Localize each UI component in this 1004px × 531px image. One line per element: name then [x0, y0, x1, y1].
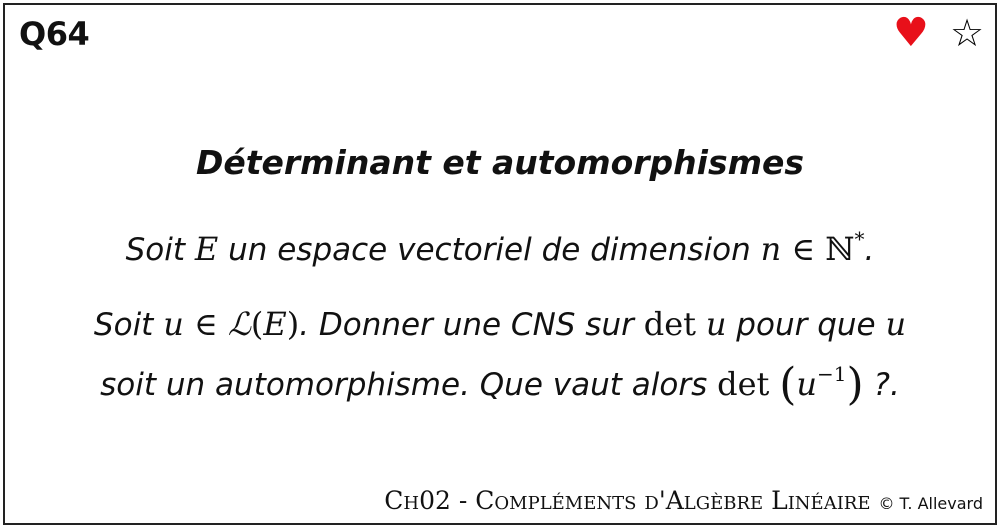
- math-operator: det: [717, 365, 770, 403]
- math-var: n: [760, 230, 782, 268]
- math-operator: det: [643, 305, 696, 343]
- text: un espace vectoriel de dimension: [218, 232, 761, 268]
- card-title: Déterminant et automorphismes: [195, 143, 805, 182]
- star-icon[interactable]: ☆: [950, 11, 984, 55]
- math-symbol: ): [286, 305, 300, 343]
- math-script-l: ℒ: [227, 305, 251, 343]
- question-id: Q64: [19, 15, 90, 53]
- text: ?.: [863, 367, 900, 403]
- question-line-2: Soit u ∈ ℒ(E). Donner une CNS sur det u …: [5, 305, 995, 343]
- flashcard: Q64 ♥ ☆ Déterminant et automorphismes So…: [3, 3, 997, 525]
- question-line-1: Soit E un espace vectoriel de dimension …: [5, 227, 995, 268]
- math-var: E: [263, 305, 287, 343]
- text: . Donner une CNS sur: [299, 307, 644, 343]
- math-symbol: ∈: [781, 230, 826, 268]
- math-var: u: [796, 365, 818, 403]
- math-var: E: [194, 230, 219, 268]
- math-bracket: ): [846, 359, 864, 410]
- text: soit un automorphisme. Que vaut alors: [100, 367, 718, 403]
- text: Soit: [93, 307, 164, 343]
- math-var: u: [163, 305, 184, 343]
- heart-icon[interactable]: ♥: [893, 11, 929, 55]
- math-superscript: *: [854, 227, 865, 251]
- text: pour que: [726, 307, 886, 343]
- math-symbol: ∈: [183, 305, 228, 343]
- math-symbol: (: [250, 305, 264, 343]
- math-bracket: (: [779, 359, 797, 410]
- math-exponent: −1: [817, 362, 847, 386]
- math-set: ℕ: [825, 230, 855, 268]
- question-line-3: soit un automorphisme. Que vaut alors de…: [5, 359, 995, 410]
- card-footer: Ch02 - Compléments d'Algèbre Linéaire © …: [384, 486, 983, 515]
- math-var: u: [885, 305, 907, 343]
- math-var: u: [705, 305, 727, 343]
- copyright: © T. Allevard: [878, 494, 983, 513]
- text: .: [864, 232, 875, 268]
- text: Soit: [125, 232, 195, 268]
- chapter-label: Ch02 - Compléments d'Algèbre Linéaire: [384, 486, 871, 515]
